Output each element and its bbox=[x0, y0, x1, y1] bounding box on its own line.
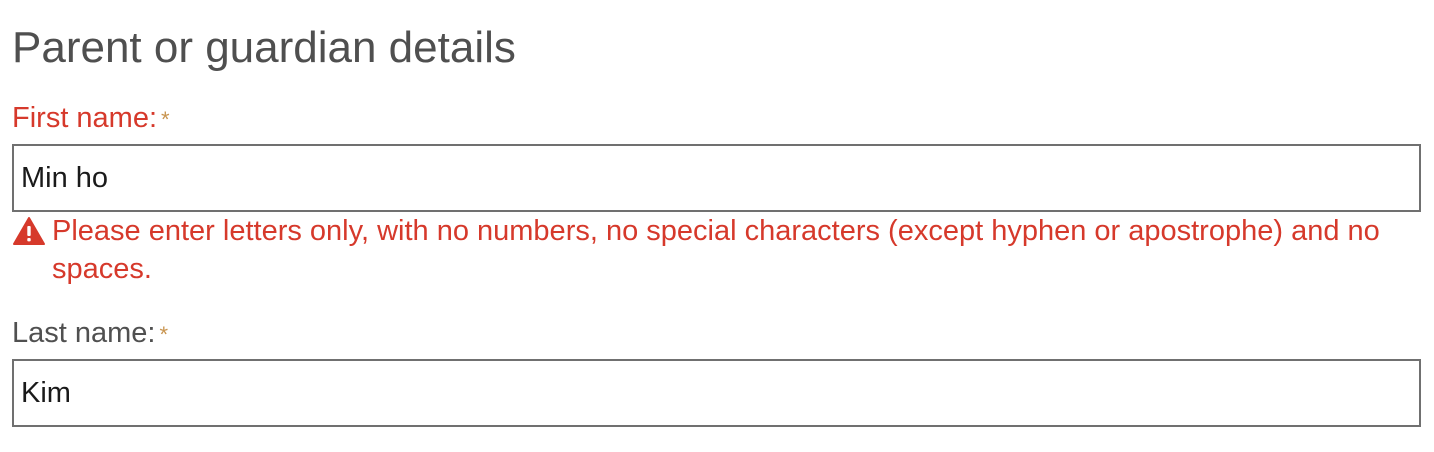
required-asterisk-icon: * bbox=[159, 322, 169, 348]
first-name-label-text: First name: bbox=[12, 102, 158, 134]
first-name-error-text: Please enter letters only, with no numbe… bbox=[52, 215, 1380, 285]
last-name-input[interactable] bbox=[12, 359, 1421, 427]
page-title: Parent or guardian details bbox=[12, 23, 516, 72]
first-name-input[interactable] bbox=[12, 144, 1421, 212]
required-asterisk-icon: * bbox=[161, 107, 170, 133]
last-name-label-text: Last name: bbox=[12, 317, 156, 349]
first-name-error: Please enter letters only, with no numbe… bbox=[12, 212, 1422, 288]
last-name-label: Last name: * bbox=[12, 315, 168, 352]
warning-icon bbox=[13, 217, 45, 245]
first-name-label: First name: * bbox=[12, 100, 170, 137]
